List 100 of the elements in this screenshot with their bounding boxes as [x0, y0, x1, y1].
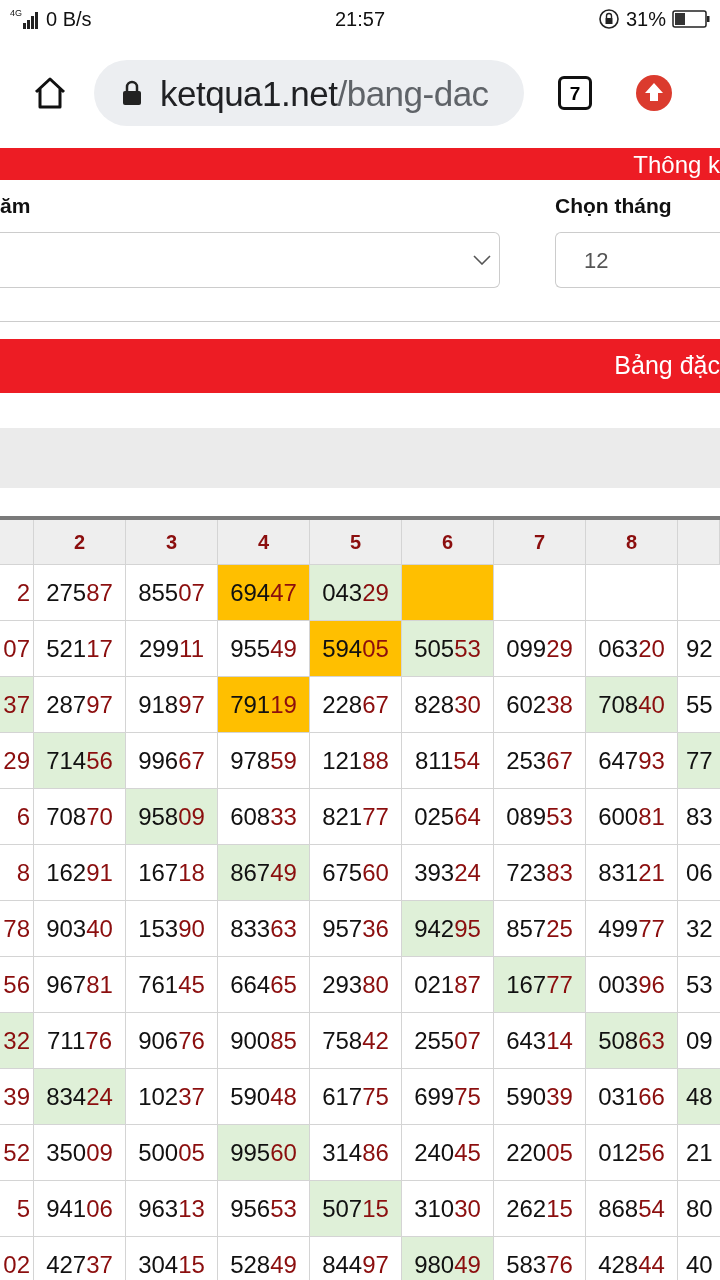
table-cell: 81154: [402, 733, 494, 789]
lock-icon: [122, 80, 142, 106]
network-speed: 0 B/s: [46, 7, 92, 32]
table-cell: 82177: [310, 789, 402, 845]
table-cell: 69975: [402, 1069, 494, 1125]
table-cell: 52117: [34, 621, 126, 677]
banner-title: Thông k: [633, 150, 720, 180]
url-text: ketqua1.net/bang-dac: [160, 75, 489, 111]
table-cell: 39: [0, 1069, 34, 1125]
table-cell: 04329: [310, 565, 402, 621]
table-cell: 70840: [586, 677, 678, 733]
table-cell: 86854: [586, 1181, 678, 1237]
table-cell: 50005: [126, 1125, 218, 1181]
table-cell: 76145: [126, 957, 218, 1013]
table-cell: 50863: [586, 1013, 678, 1069]
table-cell: 98049: [402, 1237, 494, 1280]
table-cell: 60238: [494, 677, 586, 733]
home-icon: [32, 75, 68, 111]
battery-percent: 31%: [625, 7, 666, 32]
table-cell: 64314: [494, 1013, 586, 1069]
table-cell: 56: [0, 957, 34, 1013]
table-cell: 50553: [402, 621, 494, 677]
table-cell: 90340: [34, 901, 126, 957]
table-cell: 08953: [494, 789, 586, 845]
table-cell: 06320: [586, 621, 678, 677]
table-cell: 49977: [586, 901, 678, 957]
table-cell: 28797: [34, 677, 126, 733]
table-cell: 29380: [310, 957, 402, 1013]
table-cell: 79119: [218, 677, 310, 733]
table-cell: 95736: [310, 901, 402, 957]
table-cell: 90085: [218, 1013, 310, 1069]
table-cell: 95809: [126, 789, 218, 845]
table-cell: 94106: [34, 1181, 126, 1237]
table-cell: 95653: [218, 1181, 310, 1237]
table-cell: 77: [678, 733, 720, 789]
table-cell: 26215: [494, 1181, 586, 1237]
table-cell: 12188: [310, 733, 402, 789]
column-header: 3: [126, 520, 218, 565]
table-cell: 70870: [34, 789, 126, 845]
tab-count-button[interactable]: 7: [558, 76, 592, 110]
table-cell: 31486: [310, 1125, 402, 1181]
table-cell: 96313: [126, 1181, 218, 1237]
column-header: 6: [402, 520, 494, 565]
table-cell: 00396: [586, 957, 678, 1013]
table-cell: 83121: [586, 845, 678, 901]
table-cell: 71176: [34, 1013, 126, 1069]
filter-label: Chọn tháng: [555, 193, 673, 219]
table-cell: 6: [0, 789, 34, 845]
month-input[interactable]: 12: [555, 232, 720, 288]
table-cell: 59405: [310, 621, 402, 677]
table-cell: 25367: [494, 733, 586, 789]
table-cell: 86749: [218, 845, 310, 901]
table-cell: 60833: [218, 789, 310, 845]
table-cell: 15390: [126, 901, 218, 957]
table-cell: 07: [0, 621, 34, 677]
table-cell: 75842: [310, 1013, 402, 1069]
table-cell: 95549: [218, 621, 310, 677]
table-cell: 22867: [310, 677, 402, 733]
table-cell: 29911: [126, 621, 218, 677]
table-cell: 02564: [402, 789, 494, 845]
table-cell: 16718: [126, 845, 218, 901]
table-cell: 24045: [402, 1125, 494, 1181]
column-header: 5: [310, 520, 402, 565]
table-cell: 09929: [494, 621, 586, 677]
table-cell: 5: [0, 1181, 34, 1237]
table-cell: 31030: [402, 1181, 494, 1237]
table-cell: 03166: [586, 1069, 678, 1125]
table-cell: 82830: [402, 677, 494, 733]
table-cell: 99667: [126, 733, 218, 789]
table-cell: 16291: [34, 845, 126, 901]
table-cell: 48: [678, 1069, 720, 1125]
table-cell: 32: [0, 1013, 34, 1069]
address-bar[interactable]: ketqua1.net/bang-dac: [94, 60, 524, 126]
column-header: [0, 520, 34, 565]
table-cell: 59048: [218, 1069, 310, 1125]
clock-time: 21:57: [334, 7, 386, 32]
table-cell: 29: [0, 733, 34, 789]
table-cell: 59039: [494, 1069, 586, 1125]
battery-icon: [672, 10, 710, 28]
table-cell: 69447: [218, 565, 310, 621]
table-cell: 50715: [310, 1181, 402, 1237]
table-cell: 67560: [310, 845, 402, 901]
table-cell: 16777: [494, 957, 586, 1013]
table-cell: 61775: [310, 1069, 402, 1125]
rotation-lock-icon: [597, 8, 620, 30]
table-cell: 83363: [218, 901, 310, 957]
table-cell: 96781: [34, 957, 126, 1013]
column-header: 8: [586, 520, 678, 565]
table-cell: 2: [0, 565, 34, 621]
table-cell: 94295: [402, 901, 494, 957]
table-cell: 52: [0, 1125, 34, 1181]
table-cell: 71456: [34, 733, 126, 789]
column-header: 7: [494, 520, 586, 565]
section-title: Bảng đặc: [614, 350, 720, 382]
table-cell: 78: [0, 901, 34, 957]
table-cell: 64793: [586, 733, 678, 789]
table-cell: 39324: [402, 845, 494, 901]
table-cell: 60081: [586, 789, 678, 845]
table-cell: 37: [0, 677, 34, 733]
table-cell: 25507: [402, 1013, 494, 1069]
